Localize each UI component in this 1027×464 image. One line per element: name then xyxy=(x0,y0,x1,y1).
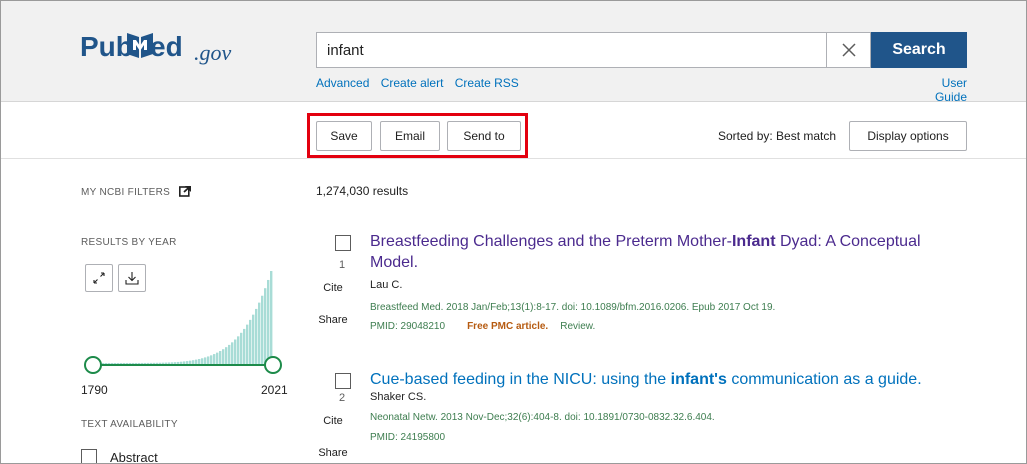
year-histogram-bar xyxy=(240,332,243,365)
sort-indicator: Sorted by: Best match xyxy=(718,129,837,143)
display-options-button[interactable]: Display options xyxy=(849,121,967,151)
logo-ed-text: ed xyxy=(150,31,183,62)
year-histogram-bar xyxy=(258,302,261,365)
result-pmid: PMID: 29048210 xyxy=(370,321,446,332)
year-histogram-bar xyxy=(243,328,246,365)
cite-button[interactable]: Cite xyxy=(313,282,353,294)
result-checkbox[interactable] xyxy=(335,235,351,251)
year-histogram-bar xyxy=(267,279,270,365)
pubmed-results-page: Pub ed .gov Search Advanced Create alert… xyxy=(0,0,1027,464)
result-checkbox[interactable] xyxy=(335,373,351,389)
share-button[interactable]: Share xyxy=(313,447,353,459)
save-button[interactable]: Save xyxy=(316,121,372,151)
result-citation: Breastfeed Med. 2018 Jan/Feb;13(1):8-17.… xyxy=(370,302,776,313)
year-histogram-bar xyxy=(237,336,240,365)
year-histogram-bar xyxy=(252,314,255,365)
title-highlight: infant's xyxy=(670,371,727,388)
email-button[interactable]: Email xyxy=(380,121,440,151)
year-histogram-bar xyxy=(246,324,249,365)
year-histogram-bar xyxy=(249,319,252,365)
year-histogram-bar xyxy=(213,354,216,365)
search-input[interactable] xyxy=(317,33,827,67)
year-start-label: 1790 xyxy=(81,383,108,397)
results-action-bar: Save Email Send to Sorted by: Best match… xyxy=(1,103,1026,159)
year-histogram-bar xyxy=(228,344,231,365)
result-number: 1 xyxy=(338,259,346,271)
year-histogram-bar xyxy=(201,358,204,365)
external-link-icon xyxy=(179,185,192,197)
year-histogram-bar xyxy=(255,308,258,365)
review-badge: Review. xyxy=(560,321,596,332)
free-pmc-article-link[interactable]: Free PMC article. xyxy=(467,321,548,332)
result-title-link[interactable]: Breastfeeding Challenges and the Preterm… xyxy=(370,231,970,273)
year-histogram-bar xyxy=(270,271,273,365)
year-histogram-bar xyxy=(210,355,213,365)
share-button[interactable]: Share xyxy=(313,314,353,326)
pubmed-logo[interactable]: Pub ed .gov xyxy=(80,25,280,69)
create-alert-link[interactable]: Create alert xyxy=(381,76,444,90)
search-sublinks: Advanced Create alert Create RSS xyxy=(316,76,527,90)
results-by-year-chart[interactable] xyxy=(81,259,296,389)
clear-search-button[interactable] xyxy=(826,33,870,67)
result-number: 2 xyxy=(338,392,346,404)
abstract-filter[interactable]: Abstract xyxy=(81,449,158,464)
year-start-handle[interactable] xyxy=(84,356,102,374)
close-icon xyxy=(841,43,856,57)
title-text: Cue-based feeding in the NICU: using the xyxy=(370,371,671,388)
year-end-label: 2021 xyxy=(261,383,288,397)
my-ncbi-filters-label[interactable]: MY NCBI FILTERS xyxy=(81,185,192,198)
year-histogram-bar xyxy=(225,347,228,365)
search-box xyxy=(316,32,871,68)
year-histogram-bar xyxy=(231,342,234,365)
year-histogram-bar xyxy=(216,352,219,365)
year-histogram-bar xyxy=(234,339,237,365)
title-text: Breastfeeding Challenges and the Preterm… xyxy=(370,233,732,250)
abstract-filter-label: Abstract xyxy=(110,449,158,464)
cite-button[interactable]: Cite xyxy=(313,415,353,427)
advanced-link[interactable]: Advanced xyxy=(316,76,369,90)
year-histogram-bar xyxy=(264,288,267,365)
logo-gov-text: .gov xyxy=(194,40,232,65)
year-histogram-bar xyxy=(204,357,207,365)
search-button[interactable]: Search xyxy=(871,32,967,68)
filters-sidebar: MY NCBI FILTERS RESULTS BY YEAR 1790 202… xyxy=(81,159,296,464)
year-histogram-bar xyxy=(207,356,210,365)
title-highlight: Infant xyxy=(731,233,776,250)
user-guide-link[interactable]: User Guide xyxy=(907,76,967,104)
result-item: 1 Cite Share Breastfeeding Challenges an… xyxy=(311,231,991,346)
abstract-checkbox[interactable] xyxy=(81,449,97,463)
result-pmid: PMID: 24195800 xyxy=(370,432,446,443)
title-text-rest: communication as a guide. xyxy=(726,371,922,388)
year-histogram-bar xyxy=(261,295,264,365)
my-ncbi-filters-text: MY NCBI FILTERS xyxy=(81,187,171,198)
result-citation: Neonatal Netw. 2013 Nov-Dec;32(6):404-8.… xyxy=(370,412,715,423)
create-rss-link[interactable]: Create RSS xyxy=(455,76,519,90)
site-header: Pub ed .gov Search Advanced Create alert… xyxy=(1,1,1026,104)
send-to-button[interactable]: Send to xyxy=(447,121,521,151)
results-by-year-label: RESULTS BY YEAR xyxy=(81,237,177,248)
result-pmid-row: PMID: 29048210 Free PMC article. Review. xyxy=(370,321,595,332)
text-availability-label: TEXT AVAILABILITY xyxy=(81,419,178,430)
year-histogram-bar xyxy=(219,351,222,365)
result-authors: Shaker CS. xyxy=(370,391,427,403)
year-end-handle[interactable] xyxy=(264,356,282,374)
year-histogram-bar xyxy=(222,349,225,365)
result-authors: Lau C. xyxy=(370,279,403,291)
result-title-link[interactable]: Cue-based feeding in the NICU: using the… xyxy=(370,369,970,390)
results-count: 1,274,030 results xyxy=(316,184,409,198)
result-item: 2 Cite Share Cue-based feeding in the NI… xyxy=(311,369,991,463)
